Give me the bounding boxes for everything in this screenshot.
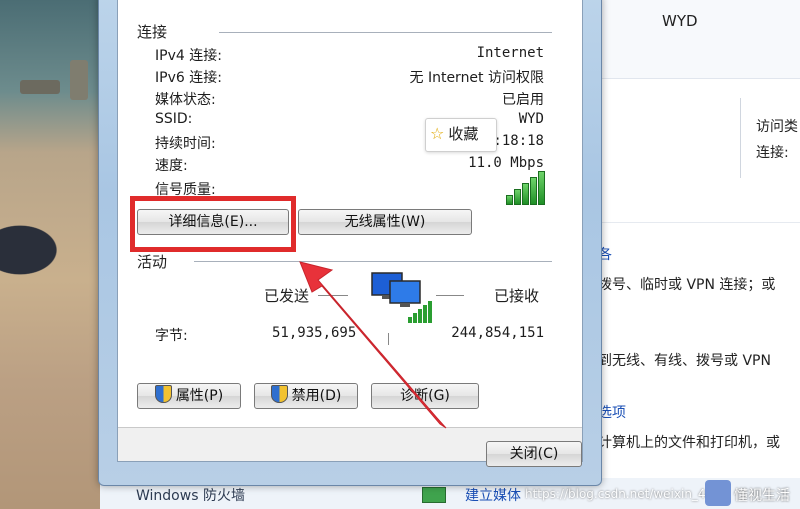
- divider: [600, 222, 800, 223]
- wireless-properties-button[interactable]: 无线属性(W): [298, 209, 472, 235]
- details-button[interactable]: 详细信息(E)...: [137, 209, 289, 235]
- watermark-url: https://blog.csdn.net/weixin_4: [525, 487, 706, 501]
- disable-button[interactable]: 禁用(D): [254, 383, 358, 409]
- wireless-status-dialog: 连接 IPv4 连接: Internet IPv6 连接: 无 Internet…: [98, 0, 602, 486]
- activity-section-title: 活动: [137, 253, 168, 271]
- wallpaper-rock: [20, 80, 60, 94]
- signal-bar: [506, 195, 513, 205]
- connect-network-desc: 到无线、有线、拨号或 VPN: [598, 353, 771, 369]
- speed-label: 速度:: [155, 158, 188, 174]
- sharing-options-link[interactable]: 选项: [598, 402, 626, 422]
- signal-bar: [538, 171, 545, 205]
- divider: [388, 333, 389, 345]
- desktop-wallpaper: [0, 0, 110, 509]
- network-computers-icon: [371, 272, 432, 323]
- dialog-content: 连接 IPv4 连接: Internet IPv6 连接: 无 Internet…: [118, 0, 582, 428]
- properties-button[interactable]: 属性(P): [137, 383, 241, 409]
- section-divider: [219, 32, 552, 33]
- media-state-label: 媒体状态:: [155, 92, 216, 108]
- ssid-value: WYD: [518, 111, 544, 127]
- bytes-label: 字节:: [155, 328, 188, 344]
- wallpaper-rock: [70, 60, 88, 100]
- favorite-tooltip[interactable]: ☆ 收藏: [425, 118, 497, 152]
- sent-line: [318, 295, 348, 296]
- ipv6-value: 无 Internet 访问权限: [409, 70, 545, 86]
- network-icon: [422, 487, 446, 503]
- ipv4-value: Internet: [476, 45, 544, 61]
- watermark-logo-icon: [705, 480, 731, 506]
- divider: [740, 98, 741, 178]
- firewall-link[interactable]: Windows 防火墙: [136, 485, 245, 505]
- uac-shield-icon: [270, 385, 288, 403]
- sent-label: 已发送: [264, 287, 310, 305]
- properties-label: 属性(P): [175, 388, 224, 404]
- ipv4-label: IPv4 连接:: [155, 48, 222, 64]
- connection-section-title: 连接: [137, 23, 168, 41]
- network-center-panel: WYD 访问类 连接: 各 拨号、临时或 VPN 连接；或 到无线、有线、拨号或…: [598, 0, 800, 509]
- connection-label: 连接:: [756, 145, 789, 161]
- setup-connection-desc: 拨号、临时或 VPN 连接；或: [598, 277, 776, 293]
- media-link[interactable]: 建立媒体: [465, 485, 521, 505]
- bytes-received-value: 244,854,151: [451, 325, 544, 341]
- close-button[interactable]: 关闭(C): [486, 441, 582, 467]
- signal-bar: [522, 183, 529, 205]
- signal-strength-icon: [506, 171, 546, 205]
- signal-quality-label: 信号质量:: [155, 182, 216, 198]
- received-label: 已接收: [494, 287, 540, 305]
- network-name: WYD: [662, 12, 698, 30]
- sharing-desc: 计算机上的文件和打印机，或: [598, 435, 780, 451]
- access-type-label: 访问类: [756, 119, 798, 135]
- signal-bar: [514, 189, 521, 205]
- diagnose-button[interactable]: 诊断(G): [371, 383, 479, 409]
- network-header: WYD: [600, 0, 800, 79]
- ssid-label: SSID:: [155, 111, 193, 127]
- received-line: [436, 295, 464, 296]
- watermark-logo-text: 懂视生活: [734, 488, 790, 504]
- speed-value: 11.0 Mbps: [468, 155, 544, 171]
- dialog-body: 连接 IPv4 连接: Internet IPv6 连接: 无 Internet…: [117, 0, 583, 467]
- media-state-value: 已启用: [502, 92, 544, 108]
- bytes-sent-value: 51,935,695: [272, 325, 357, 341]
- signal-bar: [530, 177, 537, 205]
- duration-label: 持续时间:: [155, 136, 216, 152]
- favorite-label: 收藏: [448, 125, 479, 143]
- ipv6-label: IPv6 连接:: [155, 70, 222, 86]
- star-icon: ☆: [430, 124, 445, 143]
- uac-shield-icon: [154, 385, 172, 403]
- disable-label: 禁用(D): [291, 388, 342, 404]
- section-divider: [194, 261, 552, 262]
